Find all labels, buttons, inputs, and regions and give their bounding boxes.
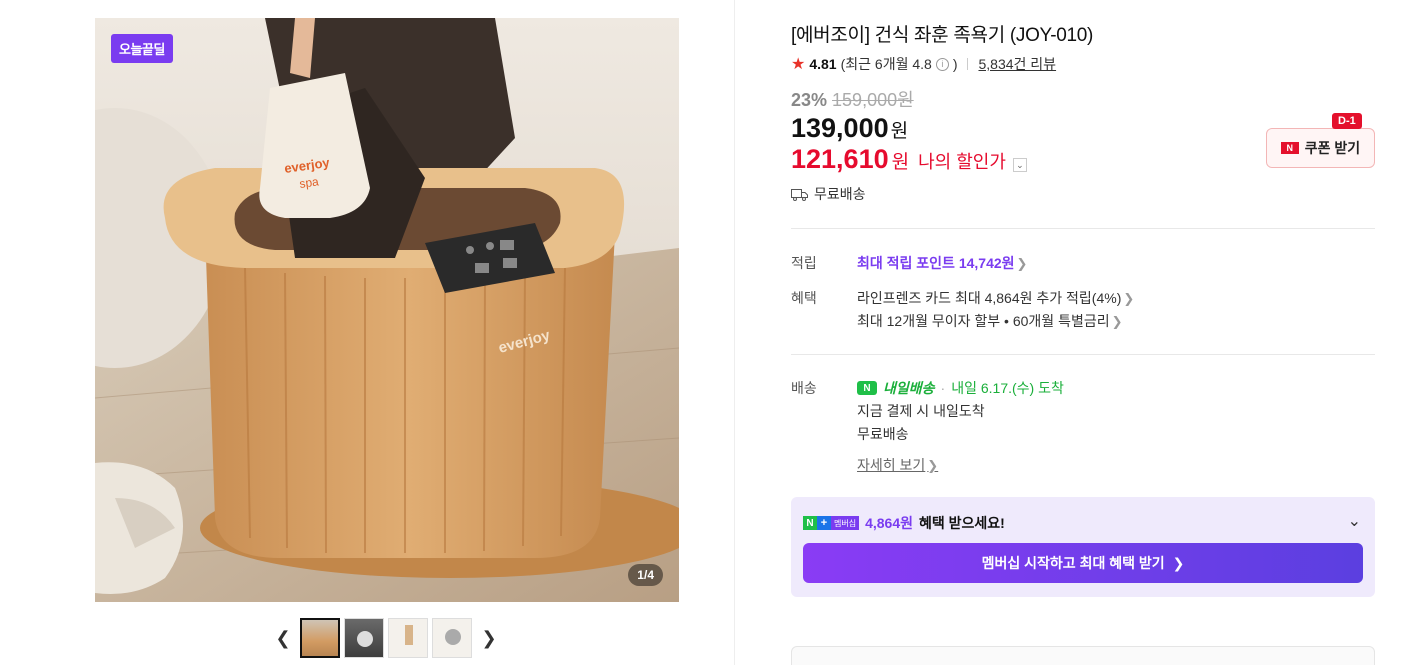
my-price-unit: 원: [891, 152, 910, 173]
my-price-label: 나의 할인가: [918, 152, 1006, 172]
delivery-date: 내일 6.17.(수) 도착: [951, 380, 1064, 396]
membership-summary[interactable]: N + 멤버십 4,864원 혜택 받으세요!: [803, 513, 1005, 533]
naver-plus-membership-icon: N + 멤버십: [803, 516, 860, 530]
my-price: 121,610: [791, 144, 889, 174]
coupon-label: 쿠폰 받기: [1304, 140, 1361, 156]
product-thumb-shape: [405, 625, 413, 645]
naver-n-icon: N: [1280, 142, 1299, 154]
separator: [967, 58, 969, 70]
original-price: 159,000원: [832, 90, 914, 110]
thumbnail-4[interactable]: [432, 618, 472, 658]
svg-text:spa: spa: [298, 174, 319, 191]
column-divider: [734, 0, 735, 665]
naver-n-icon: N: [857, 381, 877, 395]
recent-rating-prefix: (최근 6개월 4.8: [840, 56, 932, 72]
coupon-dday-badge: D-1: [1332, 113, 1362, 129]
review-count-link[interactable]: 5,834건 리뷰: [978, 54, 1056, 74]
chevron-down-icon[interactable]: ⌄: [1012, 158, 1027, 172]
sale-price-row: 139,000 원: [791, 113, 908, 144]
benefits-label: 혜택: [791, 290, 817, 306]
naver-n-icon: N: [803, 516, 817, 530]
points-label: 적립: [791, 255, 817, 271]
chevron-right-icon: ❯: [1111, 314, 1123, 329]
rating-row: ★ 4.81 (최근 6개월 4.8 i ) 5,834건 리뷰: [791, 54, 1056, 74]
sale-price-unit: 원: [890, 121, 909, 142]
deal-badge: 오늘끝딜: [111, 34, 173, 63]
recent-rating-suffix: ): [952, 56, 958, 72]
chevron-right-icon[interactable]: ❯: [476, 618, 502, 658]
benefit-card-link[interactable]: 라인프렌즈 카드 최대 4,864원 추가 적립(4%) ❯: [857, 288, 1134, 308]
coupon-button[interactable]: N 쿠폰 받기: [1266, 128, 1375, 168]
benefit-card-text: 라인프렌즈 카드 최대 4,864원 추가 적립(4%): [857, 290, 1122, 306]
next-day-delivery: N 내일배송 · 내일 6.17.(수) 도착: [857, 378, 1064, 398]
thumbnail-2[interactable]: [344, 618, 384, 658]
points-text: 최대 적립 포인트: [857, 255, 955, 271]
chevron-left-icon[interactable]: ❮: [270, 618, 296, 658]
delivery-label: 배송: [791, 380, 817, 396]
membership-text: 혜택 받으세요!: [919, 515, 1005, 531]
chevron-right-icon: ❯: [1016, 256, 1028, 271]
image-page-indicator: 1/4: [628, 564, 663, 586]
option-select-box[interactable]: [791, 646, 1375, 665]
discount-percent: 23%: [791, 90, 828, 110]
info-icon[interactable]: i: [935, 57, 949, 71]
product-main-image[interactable]: everjoy spa everjoy 오늘끝딜 1/4: [95, 18, 679, 602]
membership-logo-text: 멤버십: [831, 516, 860, 530]
my-price-row[interactable]: 121,610 원 나의 할인가 ⌄: [791, 144, 1027, 175]
chevron-right-icon: ❯: [1172, 554, 1185, 571]
thumbnail-3[interactable]: [388, 618, 428, 658]
chevron-down-icon[interactable]: ⌄: [1348, 511, 1361, 531]
benefit-installment-text: 최대 12개월 무이자 할부 • 60개월 특별금리: [857, 313, 1110, 329]
sale-price: 139,000: [791, 113, 889, 143]
plus-icon: +: [817, 516, 831, 530]
membership-panel: N + 멤버십 4,864원 혜택 받으세요! ⌄ 멤버십 시작하고 최대 혜택…: [791, 497, 1375, 597]
truck-icon: [791, 188, 808, 201]
membership-amount: 4,864원: [865, 515, 914, 531]
product-title: [에버조이] 건식 좌훈 족욕기 (JOY-010): [791, 25, 1094, 46]
delivery-detail-text: 자세히 보기: [857, 457, 926, 473]
next-day-brand: 내일배송: [883, 380, 935, 396]
delivery-condition: 지금 결제 시 내일도착: [857, 403, 985, 419]
membership-start-button[interactable]: 멤버십 시작하고 최대 혜택 받기 ❯: [803, 543, 1363, 583]
thumbnail-strip: ❮ ❯: [270, 617, 502, 659]
video-play-icon: [357, 631, 373, 647]
page-total: /4: [643, 568, 654, 582]
delivery-detail-link[interactable]: 자세히 보기 ❯: [857, 455, 938, 475]
page-current: 1: [637, 568, 644, 582]
divider: [791, 354, 1375, 355]
dot-separator: ·: [940, 380, 946, 396]
membership-button-label: 멤버십 시작하고 최대 혜택 받기: [981, 555, 1165, 571]
points-amount: 14,742원: [958, 255, 1015, 271]
benefit-installment-link[interactable]: 최대 12개월 무이자 할부 • 60개월 특별금리 ❯: [857, 311, 1123, 331]
product-photo: everjoy spa everjoy: [95, 18, 679, 602]
shipping-text: 무료배송: [814, 186, 866, 202]
rating-score: 4.81: [809, 56, 837, 72]
points-link[interactable]: 최대 적립 포인트 14,742원 ❯: [857, 253, 1027, 273]
divider: [791, 228, 1375, 229]
discount-row: 23% 159,000원: [791, 86, 914, 112]
delivery-fee: 무료배송: [857, 426, 909, 442]
thumbnail-1[interactable]: [300, 618, 340, 658]
chevron-right-icon: ❯: [1123, 291, 1135, 306]
product-thumb-shape: [445, 629, 461, 645]
star-icon: ★: [791, 56, 806, 73]
shipping-summary: 무료배송: [791, 184, 866, 204]
chevron-right-icon: ❯: [927, 458, 939, 473]
